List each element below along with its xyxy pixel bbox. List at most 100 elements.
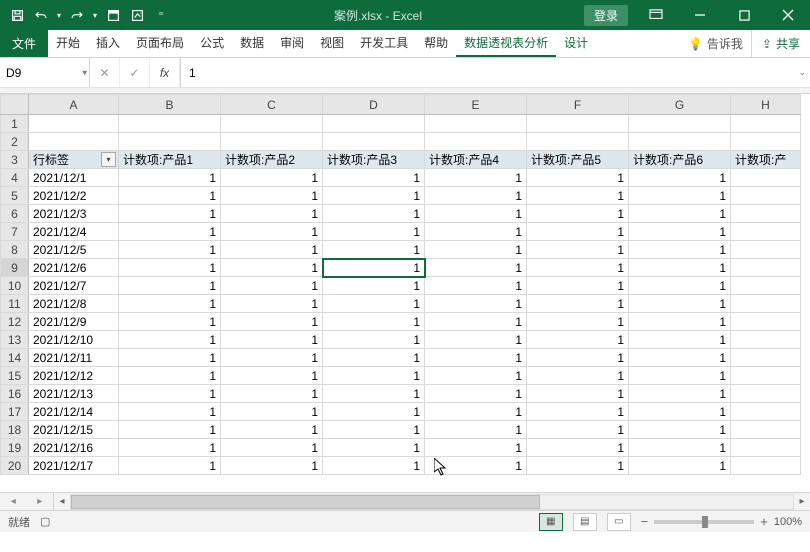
col-header-A[interactable]: A bbox=[29, 95, 119, 115]
pivot-row-label-13[interactable]: 2021/12/10 bbox=[29, 331, 119, 349]
worksheet-grid[interactable]: ABCDEFGH123行标签▾计数项:产品1计数项:产品2计数项:产品3计数项:… bbox=[0, 94, 810, 492]
cell-D8[interactable]: 1 bbox=[323, 241, 425, 259]
cell-G13[interactable]: 1 bbox=[629, 331, 731, 349]
pivot-row-label-14[interactable]: 2021/12/11 bbox=[29, 349, 119, 367]
cell-B13[interactable]: 1 bbox=[119, 331, 221, 349]
pivot-value-header-1[interactable]: 计数项:产品2 bbox=[221, 151, 323, 169]
cell-C18[interactable]: 1 bbox=[221, 421, 323, 439]
cell-B11[interactable]: 1 bbox=[119, 295, 221, 313]
cell-H11[interactable] bbox=[731, 295, 801, 313]
cell-G16[interactable]: 1 bbox=[629, 385, 731, 403]
qat-customize-icon[interactable]: ⁼ bbox=[150, 4, 172, 26]
qat-icon-1[interactable] bbox=[102, 4, 124, 26]
zoom-out-icon[interactable]: − bbox=[641, 514, 649, 529]
pivot-row-label-16[interactable]: 2021/12/13 bbox=[29, 385, 119, 403]
cell-E8[interactable]: 1 bbox=[425, 241, 527, 259]
cell-E15[interactable]: 1 bbox=[425, 367, 527, 385]
pivot-row-label-11[interactable]: 2021/12/8 bbox=[29, 295, 119, 313]
pivot-row-label-6[interactable]: 2021/12/3 bbox=[29, 205, 119, 223]
pivot-value-header-4[interactable]: 计数项:产品5 bbox=[527, 151, 629, 169]
cell-C2[interactable] bbox=[221, 133, 323, 151]
row-header-9[interactable]: 9 bbox=[1, 259, 29, 277]
cell-A1[interactable] bbox=[29, 115, 119, 133]
cell-B14[interactable]: 1 bbox=[119, 349, 221, 367]
row-header-10[interactable]: 10 bbox=[1, 277, 29, 295]
save-icon[interactable] bbox=[6, 4, 28, 26]
tab-page-layout[interactable]: 页面布局 bbox=[128, 30, 192, 57]
cell-B12[interactable]: 1 bbox=[119, 313, 221, 331]
row-header-16[interactable]: 16 bbox=[1, 385, 29, 403]
cell-E14[interactable]: 1 bbox=[425, 349, 527, 367]
zoom-in-icon[interactable]: + bbox=[760, 514, 768, 529]
col-header-F[interactable]: F bbox=[527, 95, 629, 115]
cell-G1[interactable] bbox=[629, 115, 731, 133]
cell-E10[interactable]: 1 bbox=[425, 277, 527, 295]
cell-G14[interactable]: 1 bbox=[629, 349, 731, 367]
cell-D15[interactable]: 1 bbox=[323, 367, 425, 385]
pivot-row-label-4[interactable]: 2021/12/1 bbox=[29, 169, 119, 187]
cell-H8[interactable] bbox=[731, 241, 801, 259]
pivot-row-label-18[interactable]: 2021/12/15 bbox=[29, 421, 119, 439]
row-header-12[interactable]: 12 bbox=[1, 313, 29, 331]
cell-H15[interactable] bbox=[731, 367, 801, 385]
cell-F14[interactable]: 1 bbox=[527, 349, 629, 367]
name-box[interactable]: D9 ▾ bbox=[0, 58, 90, 87]
cell-H18[interactable] bbox=[731, 421, 801, 439]
cell-C10[interactable]: 1 bbox=[221, 277, 323, 295]
cell-F11[interactable]: 1 bbox=[527, 295, 629, 313]
cell-H7[interactable] bbox=[731, 223, 801, 241]
cell-D10[interactable]: 1 bbox=[323, 277, 425, 295]
cell-G19[interactable]: 1 bbox=[629, 439, 731, 457]
row-header-7[interactable]: 7 bbox=[1, 223, 29, 241]
zoom-thumb[interactable] bbox=[702, 516, 708, 528]
zoom-slider[interactable] bbox=[654, 520, 754, 524]
cell-D11[interactable]: 1 bbox=[323, 295, 425, 313]
cell-H20[interactable] bbox=[731, 457, 801, 475]
row-header-18[interactable]: 18 bbox=[1, 421, 29, 439]
cell-C6[interactable]: 1 bbox=[221, 205, 323, 223]
cell-F1[interactable] bbox=[527, 115, 629, 133]
sheet-nav-next-icon[interactable]: ▸ bbox=[37, 496, 42, 507]
row-header-8[interactable]: 8 bbox=[1, 241, 29, 259]
formula-bar[interactable]: 1 ⌄ bbox=[181, 58, 810, 87]
cell-G5[interactable]: 1 bbox=[629, 187, 731, 205]
hscroll-track[interactable] bbox=[70, 494, 794, 510]
cell-C9[interactable]: 1 bbox=[221, 259, 323, 277]
macro-record-icon[interactable]: ▢ bbox=[40, 515, 50, 528]
horizontal-scrollbar[interactable]: ◂ ▸ bbox=[54, 493, 810, 510]
cell-E2[interactable] bbox=[425, 133, 527, 151]
cell-C19[interactable]: 1 bbox=[221, 439, 323, 457]
row-header-6[interactable]: 6 bbox=[1, 205, 29, 223]
cell-D6[interactable]: 1 bbox=[323, 205, 425, 223]
pivot-row-label-17[interactable]: 2021/12/14 bbox=[29, 403, 119, 421]
cell-E5[interactable]: 1 bbox=[425, 187, 527, 205]
cell-C13[interactable]: 1 bbox=[221, 331, 323, 349]
pivot-row-label-10[interactable]: 2021/12/7 bbox=[29, 277, 119, 295]
cell-B16[interactable]: 1 bbox=[119, 385, 221, 403]
cell-G4[interactable]: 1 bbox=[629, 169, 731, 187]
filter-dropdown-icon[interactable]: ▾ bbox=[101, 152, 116, 167]
tab-insert[interactable]: 插入 bbox=[88, 30, 128, 57]
view-page-layout-icon[interactable]: ▤ bbox=[573, 513, 597, 531]
pivot-row-label-20[interactable]: 2021/12/17 bbox=[29, 457, 119, 475]
cell-H1[interactable] bbox=[731, 115, 801, 133]
cell-H14[interactable] bbox=[731, 349, 801, 367]
row-header-17[interactable]: 17 bbox=[1, 403, 29, 421]
cell-C12[interactable]: 1 bbox=[221, 313, 323, 331]
col-header-D[interactable]: D bbox=[323, 95, 425, 115]
row-header-2[interactable]: 2 bbox=[1, 133, 29, 151]
cell-B9[interactable]: 1 bbox=[119, 259, 221, 277]
cell-C1[interactable] bbox=[221, 115, 323, 133]
cell-F10[interactable]: 1 bbox=[527, 277, 629, 295]
tab-help[interactable]: 帮助 bbox=[416, 30, 456, 57]
pivot-row-label-12[interactable]: 2021/12/9 bbox=[29, 313, 119, 331]
pivot-row-label-5[interactable]: 2021/12/2 bbox=[29, 187, 119, 205]
cell-G18[interactable]: 1 bbox=[629, 421, 731, 439]
cell-F8[interactable]: 1 bbox=[527, 241, 629, 259]
cell-B2[interactable] bbox=[119, 133, 221, 151]
cell-G7[interactable]: 1 bbox=[629, 223, 731, 241]
pivot-row-label-9[interactable]: 2021/12/6 bbox=[29, 259, 119, 277]
hscroll-thumb[interactable] bbox=[71, 495, 540, 509]
cell-F13[interactable]: 1 bbox=[527, 331, 629, 349]
ribbon-display-icon[interactable] bbox=[634, 0, 678, 30]
